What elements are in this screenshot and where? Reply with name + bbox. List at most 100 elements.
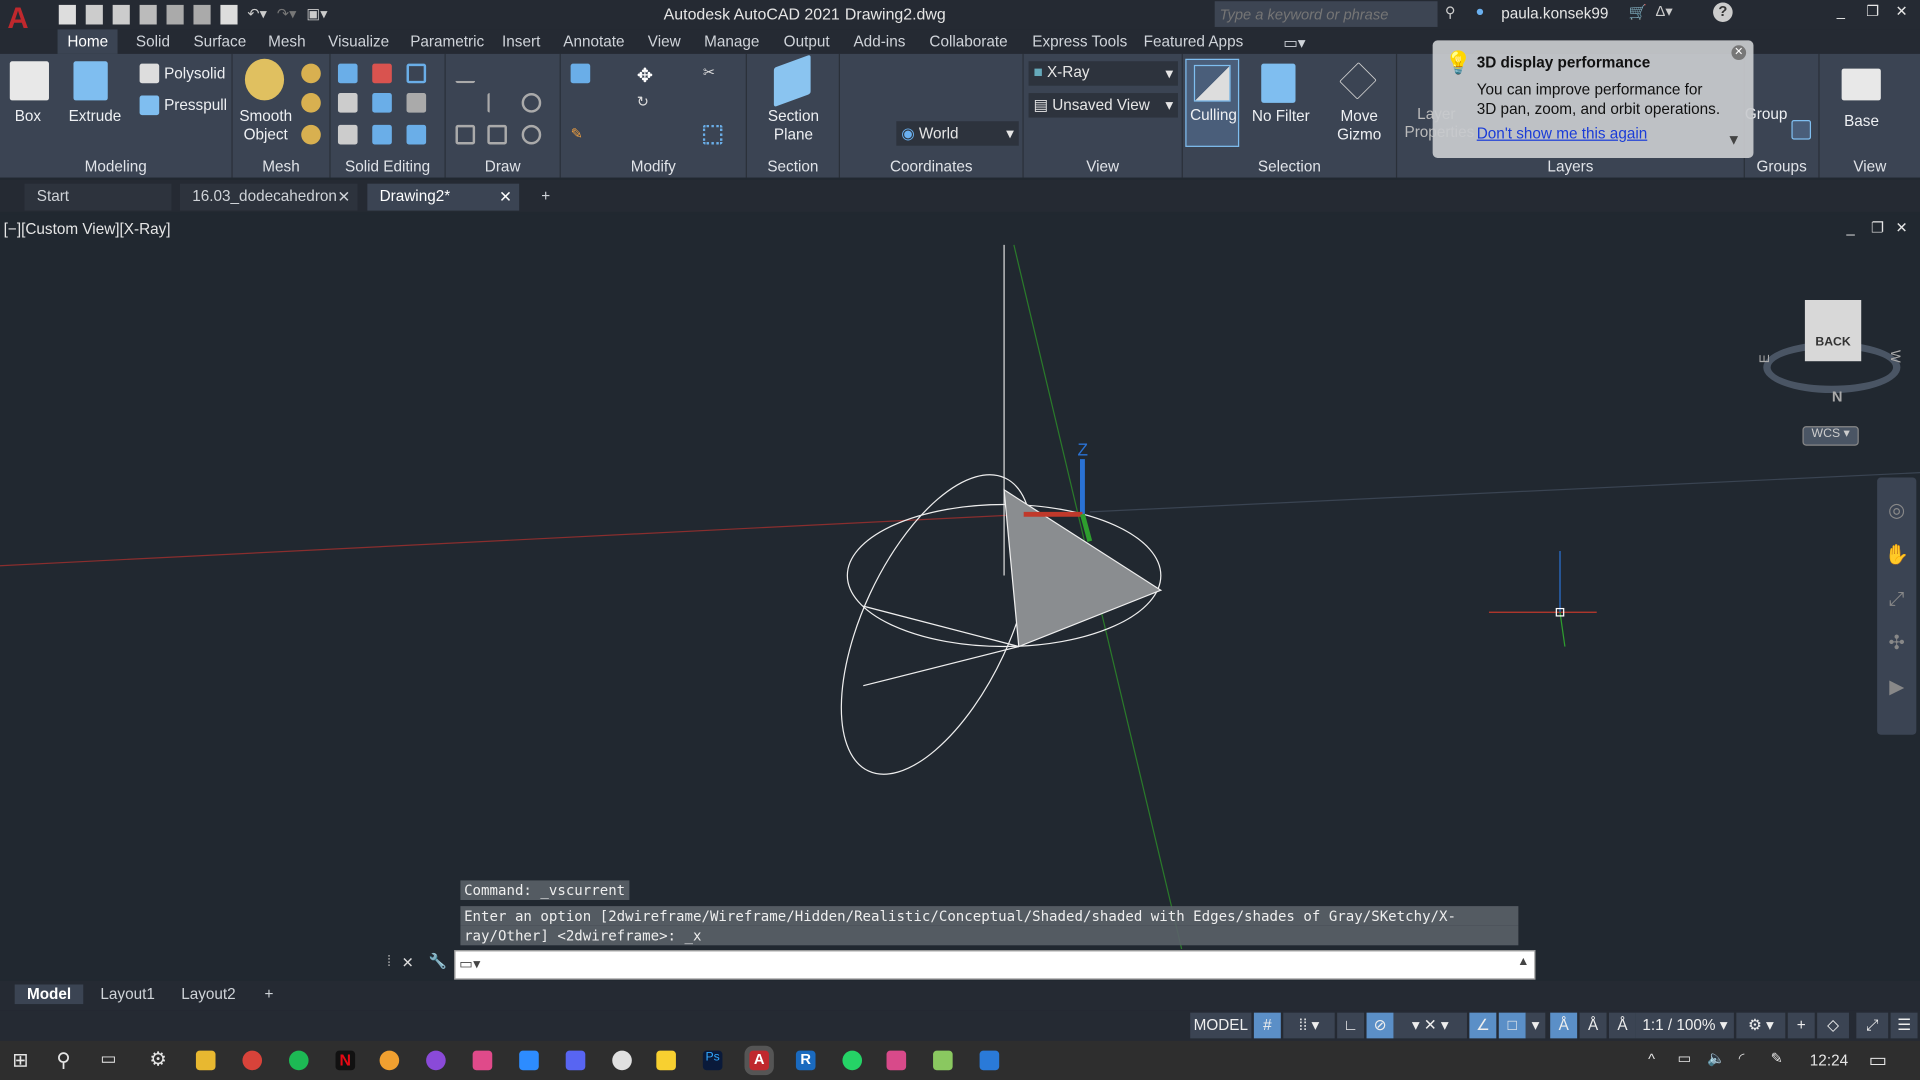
- tray-chevron-icon[interactable]: ^: [1648, 1051, 1655, 1068]
- spotify-icon[interactable]: [288, 1050, 309, 1071]
- tooltip-expand-icon[interactable]: ▼: [1727, 131, 1742, 148]
- union-icon[interactable]: [337, 63, 358, 84]
- user-icon[interactable]: ●: [1476, 2, 1485, 19]
- fullscreen-button[interactable]: ⤢: [1856, 1012, 1889, 1039]
- panel-title[interactable]: View: [1024, 158, 1182, 175]
- customize-menu-button[interactable]: ☰: [1890, 1012, 1918, 1039]
- command-grip-icon[interactable]: ⁞: [387, 953, 391, 970]
- autocad-taskbar-icon[interactable]: A: [749, 1050, 769, 1071]
- tab-collaborate[interactable]: Collaborate: [920, 32, 1018, 52]
- command-close-icon[interactable]: ✕: [402, 954, 414, 971]
- steering-wheel-icon[interactable]: ◎: [1877, 490, 1916, 534]
- osnap-dropdown[interactable]: ▾: [1525, 1012, 1546, 1039]
- tab-surface[interactable]: Surface: [184, 32, 256, 52]
- doc-tab[interactable]: 16.03_dodecahedron ✕: [180, 183, 358, 211]
- trim-icon[interactable]: ✂: [703, 64, 723, 84]
- annotation-scale-dropdown[interactable]: 1:1 / 100% ▾: [1635, 1012, 1734, 1039]
- photoshop-icon[interactable]: Ps: [702, 1050, 723, 1071]
- ucs-dropdown[interactable]: ◉ World ▾: [896, 121, 1019, 146]
- command-history-toggle[interactable]: ▲: [1517, 955, 1529, 968]
- clock[interactable]: 12:24: [1810, 1052, 1848, 1069]
- drawing-area[interactable]: [−][Custom View][X-Ray] _ ❐ ✕ Z BACK N W…: [0, 214, 1920, 980]
- search-icon[interactable]: ⚲: [1445, 4, 1456, 21]
- layout-tab-layout1[interactable]: Layout1: [88, 984, 167, 1004]
- battery-icon[interactable]: ▭: [1678, 1049, 1692, 1066]
- compass-west[interactable]: W: [1887, 350, 1902, 363]
- panel-title[interactable]: Section: [747, 158, 839, 175]
- box-button[interactable]: Box: [15, 108, 41, 126]
- file-explorer-icon[interactable]: [195, 1050, 216, 1071]
- doc-tab[interactable]: Start: [24, 183, 172, 211]
- compass-north[interactable]: N: [1832, 388, 1843, 405]
- extract-edges-icon[interactable]: [406, 63, 427, 84]
- polygon-icon[interactable]: [455, 124, 476, 145]
- pen-icon[interactable]: ✎: [1771, 1049, 1783, 1066]
- separate-icon[interactable]: [337, 124, 358, 145]
- intersect-icon[interactable]: [337, 93, 358, 113]
- rotate-icon[interactable]: ↻: [637, 93, 657, 113]
- polyline-icon[interactable]: [455, 64, 476, 84]
- command-input[interactable]: [494, 953, 1499, 976]
- move-icon[interactable]: ✥: [637, 64, 657, 87]
- panel-title[interactable]: Layers: [1397, 158, 1744, 175]
- tab-express-tools[interactable]: Express Tools: [1022, 32, 1137, 52]
- circle-icon[interactable]: [521, 93, 542, 113]
- annotation-monitor-button[interactable]: +: [1787, 1012, 1815, 1039]
- ortho-button[interactable]: ∟: [1337, 1012, 1365, 1039]
- no-filter-icon[interactable]: [1261, 63, 1296, 103]
- plot-icon[interactable]: [220, 4, 238, 25]
- presspull-button[interactable]: Presspull: [164, 97, 227, 115]
- close-tab-icon[interactable]: ✕: [499, 187, 512, 206]
- tab-mesh[interactable]: Mesh: [258, 32, 315, 52]
- instagram-icon[interactable]: [472, 1050, 493, 1071]
- auto-scale-button[interactable]: Å: [1579, 1012, 1607, 1039]
- tab-solid[interactable]: Solid: [126, 32, 180, 52]
- tooltip-close-icon[interactable]: ✕: [1731, 45, 1747, 61]
- panel-title[interactable]: Modeling: [0, 158, 231, 175]
- mesh-add-icon[interactable]: [301, 63, 321, 84]
- tab-annotate[interactable]: Annotate: [553, 32, 634, 52]
- help-icon[interactable]: ?: [1713, 2, 1733, 23]
- slack-icon[interactable]: [612, 1050, 632, 1071]
- user-name[interactable]: paula.konsek99: [1501, 5, 1608, 22]
- zoom-icon[interactable]: [519, 1050, 539, 1071]
- culling-button[interactable]: Culling: [1185, 58, 1240, 147]
- panel-title[interactable]: Groups: [1745, 158, 1818, 175]
- save-as-icon[interactable]: [139, 4, 157, 25]
- wcs-menu[interactable]: WCS ▾: [1802, 426, 1859, 446]
- annotation-scale-icon[interactable]: Å: [1608, 1012, 1636, 1039]
- restore-button[interactable]: ❐: [1866, 2, 1879, 19]
- orbit-icon[interactable]: ✣: [1877, 622, 1916, 666]
- viewcube-face[interactable]: BACK: [1804, 300, 1862, 362]
- mesh-remove-icon[interactable]: [301, 93, 321, 113]
- base-icon[interactable]: [1841, 68, 1881, 101]
- panel-title[interactable]: Solid Editing: [331, 158, 445, 175]
- photos-icon[interactable]: [886, 1050, 907, 1071]
- layout-tab-model[interactable]: Model: [14, 984, 84, 1005]
- miro-icon[interactable]: [656, 1050, 676, 1071]
- undo-icon[interactable]: ↶▾: [247, 5, 267, 25]
- array-icon[interactable]: [702, 124, 723, 145]
- base-button[interactable]: Base: [1844, 113, 1879, 131]
- panel-title[interactable]: View: [1820, 158, 1920, 175]
- search-taskbar-icon[interactable]: ⚲: [56, 1048, 70, 1072]
- tooltip-link[interactable]: Don't show me this again: [1477, 125, 1648, 142]
- add-layout-button[interactable]: +: [252, 984, 285, 1004]
- discord-icon[interactable]: [565, 1050, 586, 1071]
- whatsapp-icon[interactable]: [842, 1050, 863, 1071]
- tab-visualize[interactable]: Visualize: [318, 32, 399, 52]
- windows-start-icon[interactable]: ⊞: [12, 1048, 28, 1072]
- panel-title[interactable]: Draw: [446, 158, 560, 175]
- tab-parametric[interactable]: Parametric: [400, 32, 494, 52]
- app-icon[interactable]: [426, 1050, 446, 1071]
- model-space-button[interactable]: MODEL: [1190, 1012, 1252, 1039]
- panel-title[interactable]: Mesh: [233, 158, 330, 175]
- smooth-object-icon[interactable]: [244, 58, 285, 101]
- volume-icon[interactable]: 🔈: [1707, 1049, 1725, 1066]
- notifications-icon[interactable]: ▭: [1869, 1048, 1888, 1072]
- settings-app-icon[interactable]: ⚙: [149, 1047, 167, 1071]
- browser-icon[interactable]: [379, 1050, 400, 1071]
- named-view-dropdown[interactable]: ▤ Unsaved View ▾: [1028, 93, 1178, 118]
- viewcube[interactable]: BACK N W E: [1758, 295, 1908, 405]
- wifi-icon[interactable]: ◜: [1739, 1049, 1745, 1066]
